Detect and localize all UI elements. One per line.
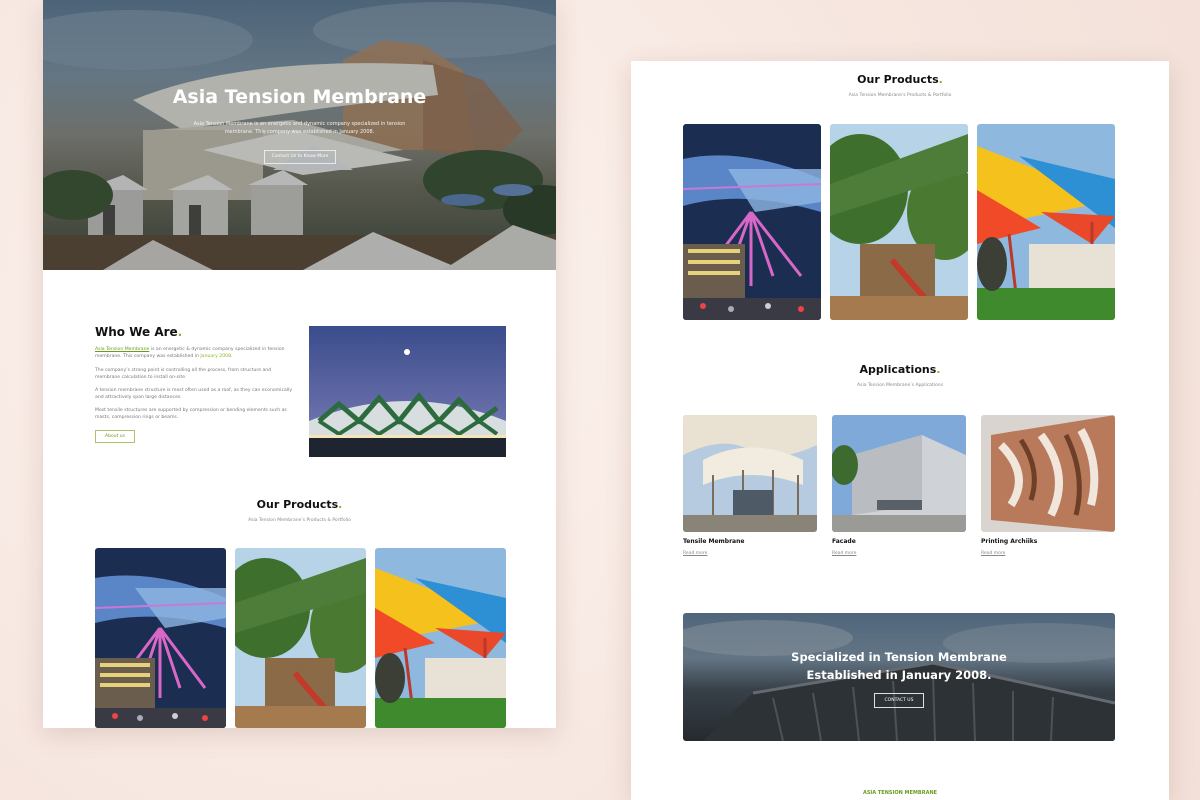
applications-heading: Applications. xyxy=(631,363,1169,376)
hero-description: Asia Tension Membrane is an energetic an… xyxy=(193,121,406,135)
who-we-are-heading-text: Who We Are xyxy=(95,325,178,339)
products-heading-right: Our Products. xyxy=(631,73,1169,86)
product-image-colored-sails[interactable] xyxy=(375,548,506,728)
homepage-preview-right: Our Products. Asia Tension Membrane’s Pr… xyxy=(631,61,1169,800)
application-image-printing[interactable] xyxy=(981,415,1115,532)
application-name-printing: Printing Archiiks xyxy=(981,538,1038,545)
who-paragraph-4: Most tensile structures are supported by… xyxy=(95,408,287,420)
application-name-facade: Facade xyxy=(832,538,856,545)
who-we-are-heading: Who We Are. xyxy=(95,325,182,339)
read-more-link-facade[interactable]: Read more xyxy=(832,551,856,556)
who-paragraph-1: Asia Tension Membrane is an energetic & … xyxy=(95,347,295,360)
who-paragraph-1-end: . xyxy=(231,353,233,359)
contact-us-button[interactable]: CONTACT US xyxy=(874,693,924,708)
heading-accent-dot: . xyxy=(936,363,941,376)
cta-title-line-2: Established in January 2008. xyxy=(806,668,992,682)
product-image-colored-sails[interactable] xyxy=(977,124,1115,320)
company-name-link[interactable]: Asia Tension Membrane xyxy=(95,347,149,352)
products-heading-text: Our Products xyxy=(256,498,339,511)
footer-brand-name: ASIA TENSION MEMBRANE xyxy=(862,790,938,796)
products-heading-text: Our Products xyxy=(857,73,939,86)
application-name-tensile-membrane: Tensile Membrane xyxy=(683,538,745,545)
heading-accent-dot: . xyxy=(338,498,343,511)
products-heading-left: Our Products. xyxy=(43,498,556,511)
products-subtitle-left: Asia Tension Membrane’s Products & Portf… xyxy=(248,518,351,523)
contact-us-hero-button[interactable]: Contact Us to Know More xyxy=(264,150,336,164)
heading-accent-dot: . xyxy=(938,73,943,86)
products-subtitle-right: Asia Tension Membrane’s Products & Portf… xyxy=(848,93,952,98)
application-image-facade[interactable] xyxy=(832,415,966,532)
applications-heading-text: Applications xyxy=(859,363,937,376)
cta-banner: Specialized in Tension Membrane Establis… xyxy=(683,613,1115,741)
established-date: January 2008 xyxy=(200,353,231,359)
applications-subtitle: Asia Tension Membrane’s Applications xyxy=(857,383,943,388)
application-image-tensile-membrane[interactable] xyxy=(683,415,817,532)
read-more-link-printing[interactable]: Read more xyxy=(981,551,1005,556)
product-image-playground-shade[interactable] xyxy=(830,124,968,320)
hero-banner: Asia Tension Membrane Asia Tension Membr… xyxy=(43,0,556,270)
product-image-stadium-canopy[interactable] xyxy=(683,124,821,320)
hero-title: Asia Tension Membrane xyxy=(172,86,427,108)
cta-title-line-1: Specialized in Tension Membrane xyxy=(791,650,1007,664)
product-image-stadium-canopy[interactable] xyxy=(95,548,226,728)
who-paragraph-2: The company’s strong point is controllin… xyxy=(95,368,272,380)
product-image-playground-shade[interactable] xyxy=(235,548,366,728)
cta-title: Specialized in Tension Membrane Establis… xyxy=(683,648,1115,684)
homepage-preview-left: Asia Tension Membrane Asia Tension Membr… xyxy=(43,0,556,728)
heading-accent-dot: . xyxy=(177,325,183,339)
read-more-link-tensile-membrane[interactable]: Read more xyxy=(683,551,707,556)
who-paragraph-3: A tension membrane structure is most oft… xyxy=(95,388,293,400)
about-us-button[interactable]: About us xyxy=(95,430,135,443)
stadium-night-photo xyxy=(309,326,506,457)
